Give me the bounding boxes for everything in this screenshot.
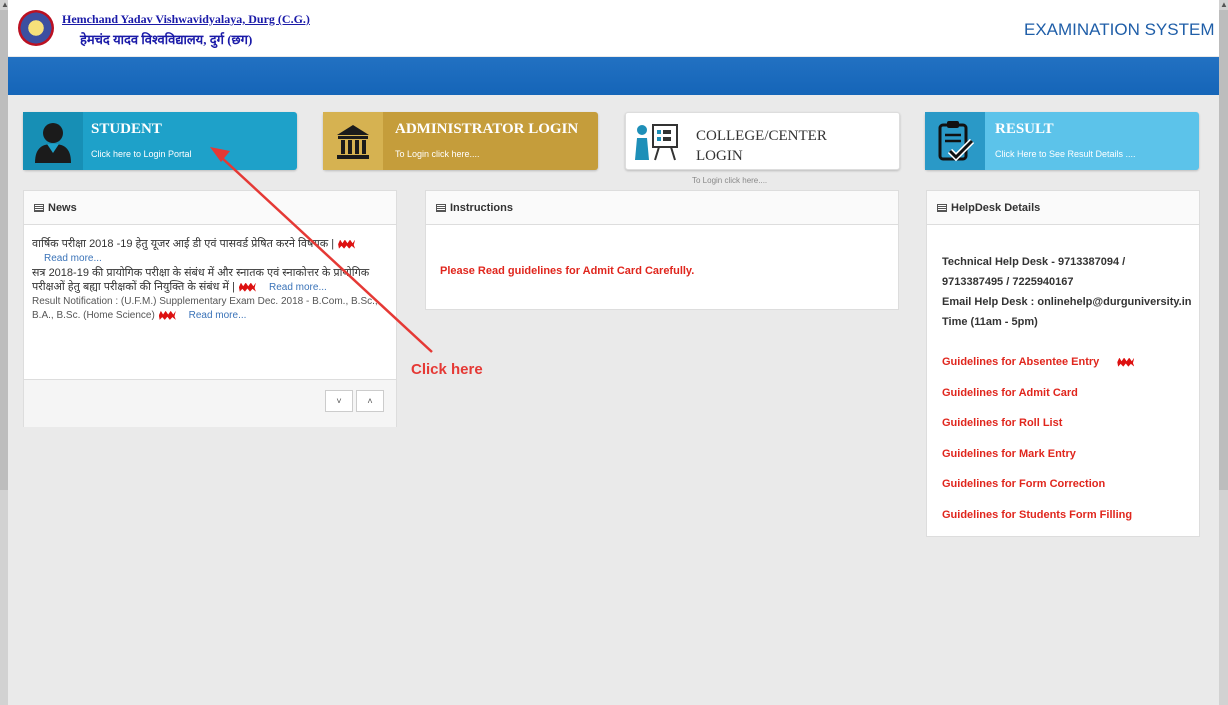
annotation-label: Click here xyxy=(411,361,483,378)
annotation-arrow xyxy=(210,147,433,353)
